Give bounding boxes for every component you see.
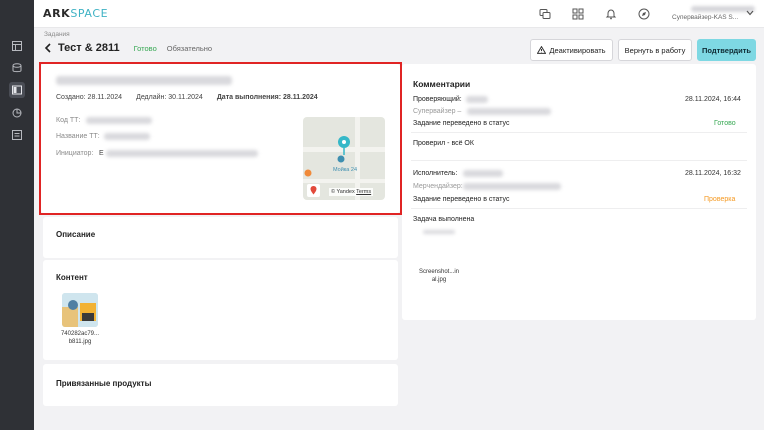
comment-executor-role-blurred (463, 183, 561, 190)
deactivate-label: Деактивировать (549, 45, 606, 55)
comment-date: 28.11.2024, 16:32 (685, 170, 741, 177)
user-role[interactable]: Супервайзер-KAS S... (672, 14, 738, 21)
comment-message: Проверил - всё ОК (413, 140, 474, 147)
comment-status-value: Проверка (704, 196, 736, 203)
logo[interactable]: ARKSPACE (43, 7, 108, 20)
comment-executor-role: Мерчендайзер: (413, 183, 463, 190)
comment-attachment-name[interactable]: Screenshot...in al.jpg (413, 268, 465, 284)
page-title: Тест & 2811 (58, 42, 120, 54)
reports-icon[interactable] (9, 127, 25, 143)
comment-message: Задача выполнена (413, 216, 475, 223)
logo-accent: SPACE (70, 7, 109, 20)
comment-reviewer-name-blurred (466, 96, 488, 103)
bell-icon[interactable] (603, 6, 619, 22)
tasks-icon[interactable] (9, 82, 25, 98)
confirm-label: Подтвердить (701, 45, 752, 55)
comment-status-text: Задание переведено в статус (413, 120, 510, 127)
description-title: Описание (56, 230, 96, 239)
content-title: Контент (56, 273, 88, 282)
attachment-preview-blurred[interactable] (423, 230, 455, 234)
deactivate-button[interactable]: Деактивировать (530, 39, 613, 61)
dashboard-icon[interactable] (9, 38, 25, 54)
comment-reviewer-label: Проверяющий: (413, 96, 462, 103)
status-badge: Готово (133, 43, 157, 53)
analytics-icon[interactable] (9, 105, 25, 121)
back-arrow-icon[interactable] (44, 42, 54, 54)
warning-icon (537, 46, 547, 54)
divider (411, 132, 747, 133)
logo-main: ARK (43, 7, 71, 20)
comment-date: 28.11.2024, 16:44 (685, 96, 741, 103)
content-file-name[interactable]: 740282ac79... b811.jpg (55, 330, 105, 346)
chevron-down-icon[interactable] (746, 9, 754, 18)
divider (411, 160, 747, 161)
linked-products-title: Привязанные продукты (56, 379, 152, 388)
comments-title: Комментарии (413, 79, 471, 89)
comment-reviewer-role: Супервайзер – (413, 108, 462, 115)
title-row: Тест & 2811 Готово Обязательно (44, 42, 212, 54)
confirm-button[interactable]: Подтвердить (697, 39, 756, 61)
content-file-name-line2: b811.jpg (68, 339, 92, 345)
comment-status-value: Готово (714, 120, 736, 127)
content-file-name-line1: 740282ac79... (60, 331, 100, 337)
content-image-thumbnail[interactable] (62, 293, 98, 327)
return-to-work-label: Вернуть в работу (624, 45, 686, 55)
divider (411, 208, 747, 209)
comment-executor-label: Исполнитель: (413, 170, 458, 177)
description-card (43, 217, 398, 258)
chat-icon[interactable] (537, 6, 553, 22)
apps-grid-icon[interactable] (570, 6, 586, 22)
comment-status-text: Задание переведено в статус (413, 196, 510, 203)
compass-icon[interactable] (636, 6, 652, 22)
top-bar: ARKSPACE Супервайзер-KAS S... (34, 0, 764, 28)
sidebar (0, 0, 34, 430)
required-badge: Обязательно (166, 43, 213, 53)
return-to-work-button[interactable]: Вернуть в работу (618, 39, 692, 61)
breadcrumb[interactable]: Задания (44, 31, 70, 38)
highlight-frame (39, 62, 402, 215)
comment-attachment-name-line2: al.jpg (431, 277, 447, 283)
comment-reviewer-role-blurred (467, 108, 551, 115)
comment-executor-name-blurred (463, 170, 503, 177)
database-icon[interactable] (9, 60, 25, 76)
comment-attachment-name-line1: Screenshot...in (418, 269, 460, 275)
